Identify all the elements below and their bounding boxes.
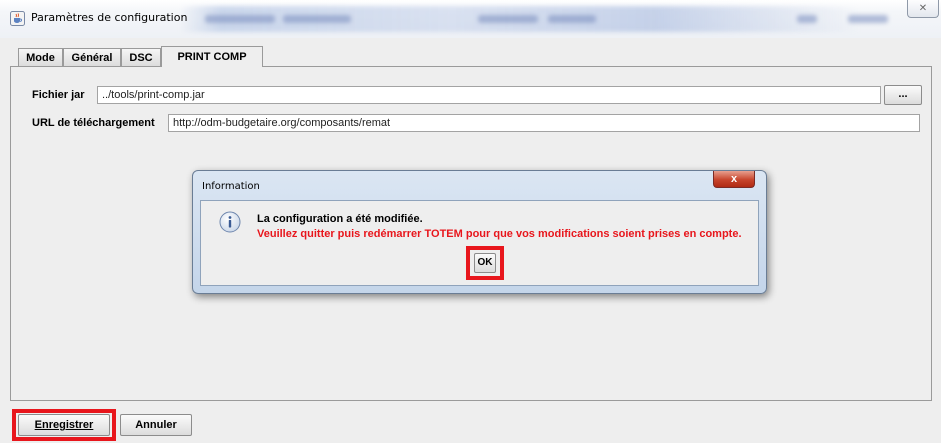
browse-button[interactable]: ... xyxy=(884,85,922,105)
blurred-background-text xyxy=(283,15,351,23)
close-icon: x xyxy=(730,173,738,185)
dialog-body: La configuration a été modifiée. Veuille… xyxy=(200,200,759,286)
dialog-close-button[interactable]: x xyxy=(713,171,755,188)
download-url-field[interactable]: http://odm-budgetaire.org/composants/rem… xyxy=(168,114,920,132)
dialog-title: Information xyxy=(202,181,260,192)
blurred-background-text xyxy=(848,15,888,23)
information-dialog: Information x La configuration a été mod… xyxy=(192,170,767,294)
java-cup-icon xyxy=(10,11,25,26)
tab-print-comp[interactable]: PRINT COMP xyxy=(161,46,263,67)
info-icon xyxy=(219,211,241,233)
configuration-window: Paramètres de configuration ✕ Mode Génér… xyxy=(0,0,941,443)
ok-button[interactable]: OK xyxy=(474,253,496,273)
save-button-label: Enregistrer xyxy=(34,419,94,431)
blurred-background-text xyxy=(478,15,538,23)
close-icon: ✕ xyxy=(918,3,928,14)
title-bar: Paramètres de configuration ✕ xyxy=(0,0,941,38)
dialog-restart-warning: Veuillez quitter puis redémarrer TOTEM p… xyxy=(257,228,742,240)
window-close-button[interactable]: ✕ xyxy=(907,0,939,18)
jar-file-label: Fichier jar xyxy=(32,89,85,101)
tab-general[interactable]: Général xyxy=(63,48,121,66)
tab-mode[interactable]: Mode xyxy=(18,48,63,66)
blurred-background-text xyxy=(205,15,275,23)
jar-file-field[interactable]: ../tools/print-comp.jar xyxy=(97,86,881,104)
blurred-background-text xyxy=(548,15,596,23)
tab-dsc[interactable]: DSC xyxy=(121,48,161,66)
dialog-message: La configuration a été modifiée. xyxy=(257,213,423,225)
window-title: Paramètres de configuration xyxy=(31,11,188,24)
save-button[interactable]: Enregistrer xyxy=(18,414,110,436)
blurred-background-text xyxy=(797,15,817,23)
cancel-button[interactable]: Annuler xyxy=(120,414,192,436)
download-url-label: URL de téléchargement xyxy=(32,117,155,129)
